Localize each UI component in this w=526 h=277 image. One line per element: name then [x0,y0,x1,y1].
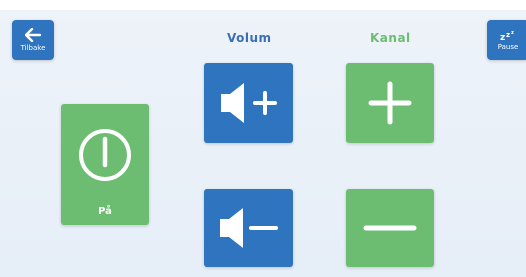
pause-label: Pause [497,43,519,51]
back-button[interactable]: Tilbake [12,20,54,60]
top-status-strip [0,0,526,10]
svg-text:z: z [511,30,514,36]
speaker-plus-icon [220,83,277,123]
minus-icon [363,225,417,231]
remote-screen: Tilbake z z z Pause Volum Kanal På [0,0,526,277]
pause-button[interactable]: z z z Pause [487,20,526,60]
svg-text:z: z [506,31,510,39]
volume-heading: Volum [227,31,272,45]
channel-heading: Kanal [370,31,411,45]
volume-down-button[interactable] [204,189,293,267]
power-label: På [98,206,112,217]
volume-up-button[interactable] [204,63,293,143]
plus-icon [368,81,412,125]
back-label: Tilbake [20,44,46,52]
channel-up-button[interactable] [346,63,434,143]
power-icon [79,128,131,181]
power-button[interactable]: På [61,104,149,225]
svg-text:z: z [500,33,505,41]
sleep-zzz-icon: z z z [500,30,514,41]
arrow-left-icon [25,28,41,42]
speaker-minus-icon [219,208,278,248]
channel-down-button[interactable] [346,189,434,267]
